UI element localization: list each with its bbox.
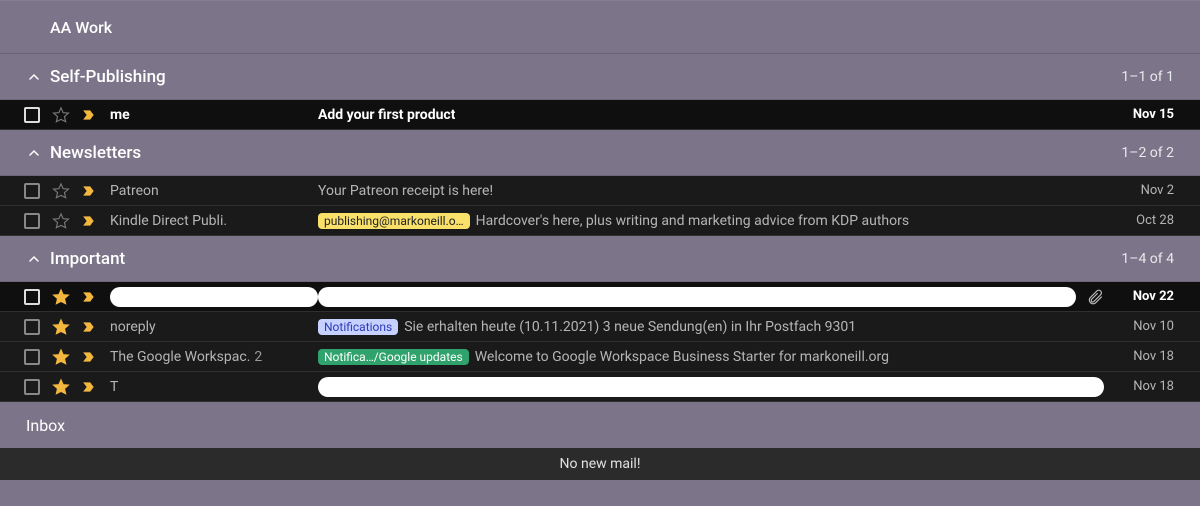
important-marker-icon[interactable] xyxy=(80,380,98,394)
star-toggle[interactable] xyxy=(52,318,70,336)
date: Oct 28 xyxy=(1114,213,1174,228)
subject-area: Notifications Sie erhalten heute (10.11.2… xyxy=(318,319,1104,335)
sender: Patreon xyxy=(110,183,318,199)
important-marker[interactable] xyxy=(80,212,98,230)
select-checkbox[interactable] xyxy=(24,379,40,395)
section-title: Important xyxy=(50,249,1121,269)
sender: The Google Workspac.2 xyxy=(110,349,318,365)
subject: Your Patreon receipt is here! xyxy=(318,183,493,199)
subject: Sie erhalten heute (10.11.2021) 3 neue S… xyxy=(404,319,856,335)
sender: noreply xyxy=(110,319,318,335)
important-marker[interactable] xyxy=(80,288,98,306)
star-icon[interactable] xyxy=(52,288,70,306)
redacted-subject xyxy=(318,287,1076,307)
section-count: 1–2 of 2 xyxy=(1121,145,1174,161)
email-row[interactable]: Kindle Direct Publi. publishing@markonei… xyxy=(0,206,1200,236)
important-marker-icon[interactable] xyxy=(80,290,98,304)
select-checkbox[interactable] xyxy=(24,289,40,305)
subject-area: Add your first product xyxy=(318,107,1104,123)
section-count: 1–4 of 4 xyxy=(1121,251,1174,267)
email-row[interactable]: me Add your first product Nov 15 xyxy=(0,100,1200,130)
email-row[interactable]: Nov 22 xyxy=(0,282,1200,312)
important-marker[interactable] xyxy=(80,348,98,366)
subject-area xyxy=(318,287,1076,307)
star-toggle[interactable] xyxy=(52,378,70,396)
section-title: Self-Publishing xyxy=(50,67,1121,87)
subject-area: publishing@markoneill.o… Hardcover's here… xyxy=(318,213,1104,229)
chevron-up-icon[interactable] xyxy=(26,69,42,85)
section-header[interactable]: Newsletters 1–2 of 2 xyxy=(0,130,1200,176)
select-checkbox[interactable] xyxy=(24,107,40,123)
section-count: 1–1 of 1 xyxy=(1121,69,1174,85)
date: Nov 10 xyxy=(1114,319,1174,334)
select-checkbox[interactable] xyxy=(24,319,40,335)
subject-area: Notifica…/Google updates Welcome to Googl… xyxy=(318,349,1104,365)
section-title: Newsletters xyxy=(50,143,1121,163)
subject-area xyxy=(318,377,1104,397)
subject: Hardcover's here, plus writing and marke… xyxy=(476,213,909,229)
star-icon[interactable] xyxy=(52,212,70,230)
email-row[interactable]: noreply Notifications Sie erhalten heute … xyxy=(0,312,1200,342)
sender: T xyxy=(110,379,318,395)
star-toggle[interactable] xyxy=(52,106,70,124)
inbox-label: Inbox xyxy=(26,416,65,435)
star-icon[interactable] xyxy=(52,318,70,336)
attachment-icon xyxy=(1086,288,1104,306)
important-marker[interactable] xyxy=(80,318,98,336)
section-header[interactable]: Important 1–4 of 4 xyxy=(0,236,1200,282)
subject: Welcome to Google Workspace Business Sta… xyxy=(475,349,889,365)
label-tag[interactable]: publishing@markoneill.o… xyxy=(318,213,470,229)
sender: me xyxy=(110,107,318,123)
star-toggle[interactable] xyxy=(52,288,70,306)
page-title: AA Work xyxy=(50,18,112,37)
inbox-section-header[interactable]: Inbox xyxy=(0,402,1200,448)
star-icon[interactable] xyxy=(52,348,70,366)
select-checkbox[interactable] xyxy=(24,349,40,365)
subject-area: Your Patreon receipt is here! xyxy=(318,183,1104,199)
star-icon[interactable] xyxy=(52,106,70,124)
chevron-up-icon[interactable] xyxy=(26,145,42,161)
sender: Kindle Direct Publi. xyxy=(110,213,318,229)
redacted-sender xyxy=(110,287,318,307)
important-marker[interactable] xyxy=(80,378,98,396)
select-checkbox[interactable] xyxy=(24,213,40,229)
star-toggle[interactable] xyxy=(52,212,70,230)
star-icon[interactable] xyxy=(52,182,70,200)
label-tag[interactable]: Notifica…/Google updates xyxy=(318,349,469,365)
date: Nov 15 xyxy=(1114,107,1174,122)
inbox-empty-message: No new mail! xyxy=(0,448,1200,480)
important-marker-icon[interactable] xyxy=(80,184,98,198)
date: Nov 2 xyxy=(1114,183,1174,198)
star-icon[interactable] xyxy=(52,378,70,396)
label-tag[interactable]: Notifications xyxy=(318,319,398,335)
chevron-up-icon[interactable] xyxy=(26,251,42,267)
important-marker-icon[interactable] xyxy=(80,350,98,364)
important-marker-icon[interactable] xyxy=(80,108,98,122)
date: Nov 18 xyxy=(1114,379,1174,394)
subject: Add your first product xyxy=(318,107,455,123)
header-bar: AA Work xyxy=(0,0,1200,54)
star-toggle[interactable] xyxy=(52,348,70,366)
email-row[interactable]: T Nov 18 xyxy=(0,372,1200,402)
important-marker[interactable] xyxy=(80,106,98,124)
section-header[interactable]: Self-Publishing 1–1 of 1 xyxy=(0,54,1200,100)
important-marker[interactable] xyxy=(80,182,98,200)
star-toggle[interactable] xyxy=(52,182,70,200)
date: Nov 22 xyxy=(1114,289,1174,304)
email-row[interactable]: The Google Workspac.2 Notifica…/Google u… xyxy=(0,342,1200,372)
important-marker-icon[interactable] xyxy=(80,214,98,228)
redacted-subject xyxy=(318,377,1104,397)
date: Nov 18 xyxy=(1114,349,1174,364)
important-marker-icon[interactable] xyxy=(80,320,98,334)
select-checkbox[interactable] xyxy=(24,183,40,199)
email-row[interactable]: Patreon Your Patreon receipt is here! No… xyxy=(0,176,1200,206)
